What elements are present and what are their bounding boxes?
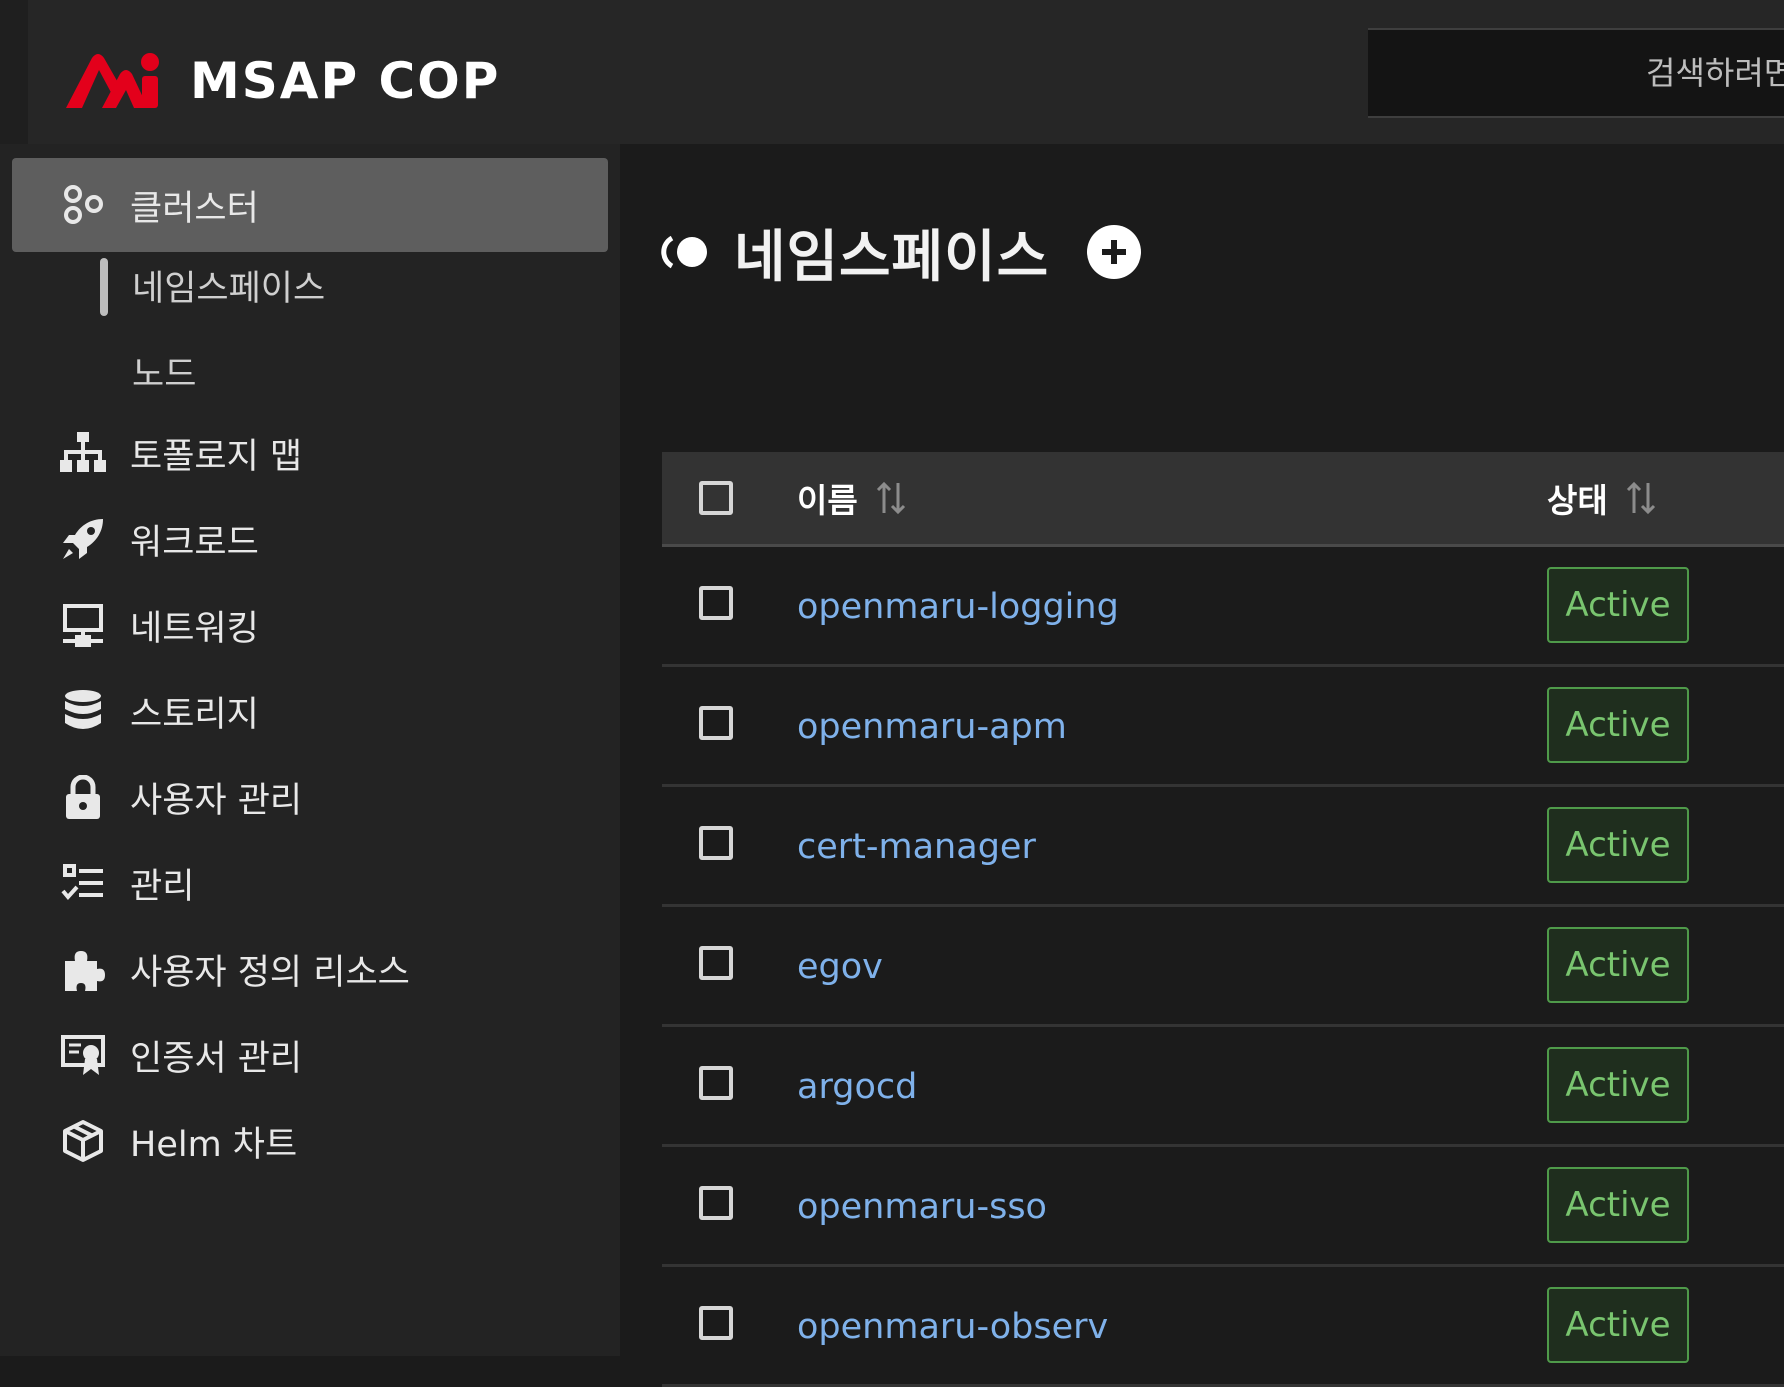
row-checkbox[interactable] xyxy=(699,706,733,740)
lock-icon xyxy=(58,772,108,822)
active-indicator xyxy=(100,258,108,316)
column-header-label: 상태 xyxy=(1547,481,1608,520)
main-content: 네임스페이스 이름 상태 openmaru-logging Active ope… xyxy=(620,158,1784,1387)
column-header-label: 이름 xyxy=(797,481,858,520)
sidebar-item-label: Helm 차트 xyxy=(130,1124,298,1165)
sidebar-item-label: 사용자 정의 리소스 xyxy=(130,952,410,993)
namespace-link[interactable]: egov xyxy=(797,907,883,1027)
status-badge: Active xyxy=(1547,1167,1689,1243)
table-row: cert-manager Active xyxy=(662,787,1784,907)
page-title: 네임스페이스 xyxy=(734,224,1050,290)
table-row: openmaru-sso Active xyxy=(662,1147,1784,1267)
sidebar-item-label: 토폴로지 맵 xyxy=(130,436,303,477)
sidebar-subitem-label: 네임스페이스 xyxy=(132,268,326,309)
sidebar-item-label: 사용자 관리 xyxy=(130,780,303,821)
add-namespace-button[interactable] xyxy=(1087,225,1142,279)
row-checkbox[interactable] xyxy=(699,826,733,860)
sidebar-item-networking[interactable]: 네트워킹 xyxy=(12,578,608,672)
sidebar-subitem-node[interactable]: 노드 xyxy=(100,336,196,406)
sidebar-item-helm-chart[interactable]: Helm 차트 xyxy=(12,1094,608,1188)
app-logo[interactable]: MSAP COP xyxy=(62,48,500,114)
search-input[interactable] xyxy=(1368,30,1784,116)
package-icon xyxy=(58,1116,108,1166)
namespace-link[interactable]: openmaru-apm xyxy=(797,667,1067,787)
logo-mark-icon xyxy=(66,53,159,108)
sidebar-item-storage[interactable]: 스토리지 xyxy=(12,664,608,758)
sidebar-item-label: 스토리지 xyxy=(130,694,259,735)
column-header-name[interactable]: 이름 xyxy=(797,452,906,544)
logo-text: MSAP COP xyxy=(190,52,501,110)
table-row: openmaru-observ Active xyxy=(662,1267,1784,1387)
row-checkbox[interactable] xyxy=(699,586,733,620)
table-row: openmaru-logging Active xyxy=(662,547,1784,667)
sidebar-item-label: 워크로드 xyxy=(130,522,259,563)
checklist-icon xyxy=(58,858,108,908)
cluster-icon xyxy=(58,180,108,230)
sidebar-item-certificate[interactable]: 인증서 관리 xyxy=(12,1008,608,1102)
column-header-status[interactable]: 상태 xyxy=(1547,452,1656,544)
namespace-table: 이름 상태 openmaru-logging Active openmaru-a… xyxy=(662,452,1784,1387)
sidebar-item-label: 클러스터 xyxy=(130,188,259,229)
row-checkbox[interactable] xyxy=(699,1186,733,1220)
certificate-icon xyxy=(58,1030,108,1080)
sidebar-item-label: 인증서 관리 xyxy=(130,1038,303,1079)
sidebar-item-workload[interactable]: 워크로드 xyxy=(12,492,608,586)
sidebar: 클러스터 네임스페이스 노드 토폴로지 맵 워크로드 네트워킹 스토리지 사용자… xyxy=(0,0,620,1356)
row-checkbox[interactable] xyxy=(699,1306,733,1340)
sort-icon[interactable] xyxy=(1626,480,1656,516)
sidebar-subitem-label: 노드 xyxy=(132,354,197,395)
namespace-icon xyxy=(661,235,707,269)
table-body: openmaru-logging Active openmaru-apm Act… xyxy=(662,547,1784,1387)
status-badge: Active xyxy=(1547,927,1689,1003)
table-row: argocd Active xyxy=(662,1027,1784,1147)
table-row: openmaru-apm Active xyxy=(662,667,1784,787)
sort-icon[interactable] xyxy=(876,480,906,516)
sidebar-item-custom-resources[interactable]: 사용자 정의 리소스 xyxy=(12,922,608,1016)
namespace-link[interactable]: openmaru-sso xyxy=(797,1147,1047,1267)
sidebar-item-admin[interactable]: 관리 xyxy=(12,836,608,930)
page-header: 네임스페이스 xyxy=(660,212,1142,292)
namespace-link[interactable]: cert-manager xyxy=(797,787,1036,907)
table-header: 이름 상태 xyxy=(662,452,1784,547)
sidebar-item-label: 관리 xyxy=(130,866,195,907)
top-header: MSAP COP xyxy=(28,0,1784,144)
status-badge: Active xyxy=(1547,687,1689,763)
namespace-link[interactable]: argocd xyxy=(797,1027,917,1147)
namespace-link[interactable]: openmaru-observ xyxy=(797,1267,1108,1387)
rocket-icon xyxy=(58,514,108,564)
namespace-link[interactable]: openmaru-logging xyxy=(797,547,1119,667)
status-badge: Active xyxy=(1547,807,1689,883)
sidebar-subitem-namespace[interactable]: 네임스페이스 xyxy=(100,250,325,320)
status-badge: Active xyxy=(1547,567,1689,643)
plus-icon xyxy=(1102,240,1127,264)
sitemap-icon xyxy=(58,428,108,478)
status-badge: Active xyxy=(1547,1287,1689,1363)
row-checkbox[interactable] xyxy=(699,946,733,980)
sidebar-item-cluster[interactable]: 클러스터 xyxy=(12,158,608,252)
network-icon xyxy=(58,600,108,650)
sidebar-item-user-management[interactable]: 사용자 관리 xyxy=(12,750,608,844)
sidebar-item-topology[interactable]: 토폴로지 맵 xyxy=(12,406,608,500)
select-all-checkbox[interactable] xyxy=(699,481,733,515)
puzzle-icon xyxy=(58,944,108,994)
sidebar-item-label: 네트워킹 xyxy=(130,608,259,649)
search-box[interactable] xyxy=(1368,28,1784,118)
status-badge: Active xyxy=(1547,1047,1689,1123)
database-icon xyxy=(58,686,108,736)
table-row: egov Active xyxy=(662,907,1784,1027)
row-checkbox[interactable] xyxy=(699,1066,733,1100)
